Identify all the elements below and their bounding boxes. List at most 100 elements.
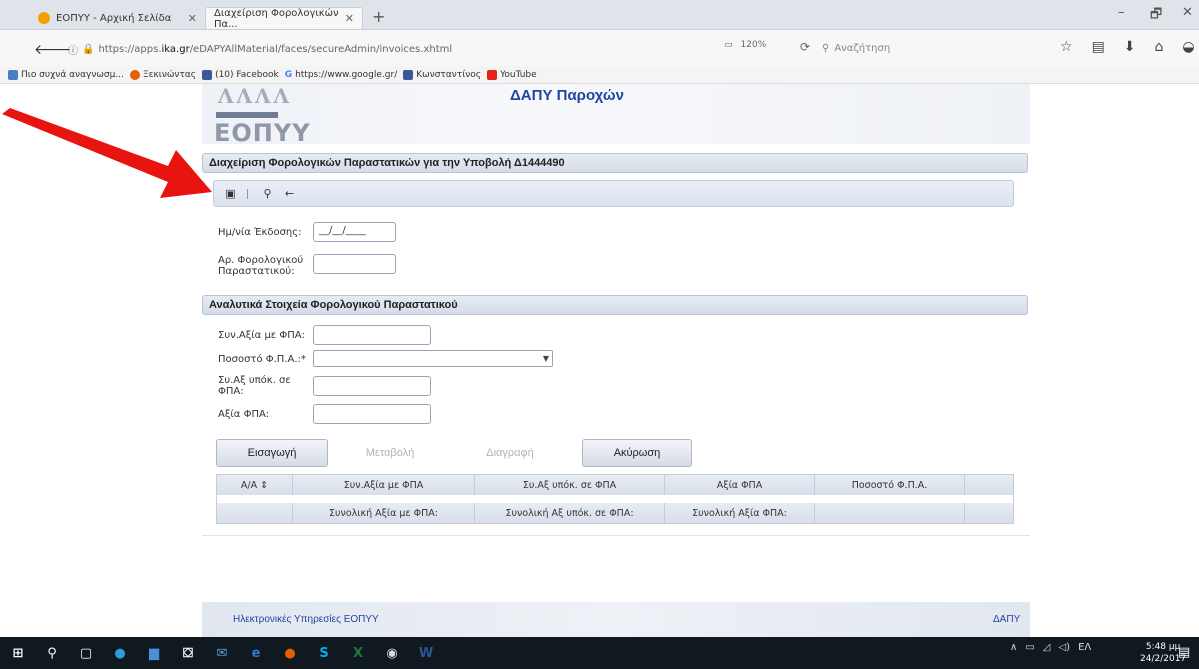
zoom-level[interactable]: ▭ 120%	[724, 40, 766, 50]
minimize-button[interactable]: –	[1118, 5, 1125, 20]
url-path: /eDAPYAllMaterial/faces/secureAdmin/invo…	[189, 43, 453, 55]
bookmark-getting-started[interactable]: Ξεκινώντας	[129, 69, 196, 80]
column-header-vat-percent: Ποσοστό Φ.Π.Α.	[815, 475, 965, 495]
lock-icon: 🔒	[82, 43, 95, 55]
column-header-total: Συν.Αξία με ΦΠΑ	[293, 475, 475, 495]
url-prefix: https://apps.	[98, 43, 162, 55]
doc-number-field[interactable]	[313, 254, 396, 274]
url-host: ika.gr	[161, 43, 190, 55]
reload-icon[interactable]: ⟳	[800, 40, 810, 54]
tab-eopyy-home[interactable]: ΕΟΠΥΥ - Αρχική Σελίδα ✕	[30, 7, 205, 29]
search-input[interactable]: ⚲ Αναζήτηση	[822, 37, 1062, 59]
footer-dapy-link[interactable]: ΔΑΠΥ	[993, 614, 1020, 625]
reading-list-icon[interactable]: ▤	[1092, 39, 1105, 55]
media-icon[interactable]: ◉	[382, 643, 402, 663]
language-indicator[interactable]: ΕΛ	[1078, 642, 1091, 653]
back-arrow-icon[interactable]: ←	[282, 185, 297, 202]
footer-vat-value: Συνολική Αξία ΦΠΑ:	[665, 503, 815, 523]
eopyy-favicon	[38, 12, 50, 24]
search-icon[interactable]: ⚲	[42, 643, 62, 663]
bookmark-label: https://www.google.gr/	[295, 69, 398, 80]
bookmark-label: Κωνσταντίνος	[416, 69, 482, 80]
url-bar[interactable]: ⓘ 🔒 https://apps. ika.gr/eDAPYAllMaterial…	[68, 40, 748, 58]
column-header-extra	[965, 475, 1013, 495]
network-icon[interactable]: ▭	[1025, 642, 1034, 653]
search-placeholder: Αναζήτηση	[834, 42, 891, 54]
youtube-icon	[487, 69, 498, 80]
home-icon[interactable]: ⌂	[1155, 39, 1164, 55]
bookmark-google[interactable]: Ghttps://www.google.gr/	[285, 70, 398, 80]
pocket-icon[interactable]: ◒	[1182, 39, 1194, 55]
edge-icon[interactable]: e	[246, 643, 266, 663]
table-footer-row: Συνολική Αξία με ΦΠΑ: Συνολική Αξ υπόκ. …	[217, 503, 1013, 523]
tab-label: ΕΟΠΥΥ - Αρχική Σελίδα	[56, 12, 172, 24]
taxable-value-field[interactable]	[313, 376, 431, 396]
search-icon[interactable]: ⚲	[260, 185, 275, 202]
insert-button[interactable]: Εισαγωγή	[216, 439, 328, 467]
footer-cell	[815, 503, 965, 523]
column-header-vat-value: Αξία ΦΠΑ	[665, 475, 815, 495]
vat-value-field[interactable]	[313, 404, 431, 424]
info-icon[interactable]: ⓘ	[68, 42, 78, 57]
browser-toolbar-icons: ☆ ▤ ⬇ ⌂ ◒ ≡	[1060, 39, 1199, 55]
google-icon: G	[284, 69, 293, 80]
bookmark-facebook[interactable]: (10) Facebook	[202, 69, 279, 80]
task-view-icon[interactable]: ▢	[76, 643, 96, 663]
notification-icon[interactable]: ▤	[1178, 645, 1190, 660]
word-icon[interactable]: W	[416, 643, 436, 663]
excel-icon[interactable]: X	[348, 643, 368, 663]
close-tab-icon[interactable]: ✕	[188, 12, 197, 25]
eopyy-logo-mark: ΛΛΛΛ	[218, 84, 293, 108]
bookmark-star-icon[interactable]: ☆	[1060, 39, 1073, 55]
taxable-value-label-2: ΦΠΑ:	[218, 386, 244, 397]
tab-label: Διαχείριση Φορολογικών Πα...	[214, 7, 339, 30]
footer-total: Συνολική Αξία με ΦΠΑ:	[293, 503, 475, 523]
store-icon[interactable]: ⛋	[178, 643, 198, 663]
total-value-label: Συν.Αξία με ΦΠΑ:	[218, 330, 305, 341]
maximize-button[interactable]: 🗗	[1150, 5, 1162, 27]
skype-icon[interactable]: S	[314, 643, 334, 663]
bookmark-label: (10) Facebook	[215, 69, 279, 80]
bookmark-icon	[8, 69, 18, 80]
cancel-button[interactable]: Ακύρωση	[582, 439, 692, 467]
new-tab-button[interactable]: +	[372, 7, 385, 26]
system-tray: ∧ ▭ ◿ ◁) ΕΛ	[1010, 642, 1091, 653]
bookmark-most-visited[interactable]: Πιο συχνά αναγνωσμ...	[8, 69, 124, 80]
file-explorer-icon[interactable]: ▆	[144, 643, 164, 663]
wifi-icon[interactable]: ◿	[1043, 642, 1051, 653]
bookmark-label: Πιο συχνά αναγνωσμ...	[21, 69, 124, 80]
footer-cell	[965, 503, 1013, 523]
doc-number-label-1: Αρ. Φορολογικού	[218, 255, 304, 266]
footer-cell	[217, 503, 293, 523]
chevron-down-icon: ▼	[542, 354, 549, 363]
windows-start-icon[interactable]: ⊞	[8, 643, 28, 663]
vat-percent-select[interactable]: ▼	[313, 350, 553, 367]
download-icon[interactable]: ⬇	[1124, 39, 1136, 55]
tab-invoices[interactable]: Διαχείριση Φορολογικών Πα... ✕	[205, 7, 363, 30]
app-icon[interactable]: ●	[110, 643, 130, 663]
firefox-icon[interactable]: ●	[280, 643, 300, 663]
delete-button[interactable]: Διαγραφή	[460, 439, 560, 467]
search-icon: ⚲	[822, 42, 830, 54]
column-header-aa[interactable]: Α/Α ⇕	[217, 475, 293, 495]
page-action-icon: ▭	[724, 40, 733, 50]
bookmark-youtube[interactable]: YouTube	[487, 69, 537, 80]
zoom-value: 120%	[740, 40, 767, 50]
bookmark-label: YouTube	[500, 69, 537, 80]
chevron-up-icon[interactable]: ∧	[1010, 642, 1017, 653]
bookmark-konstantinos[interactable]: Κωνσταντίνος	[403, 69, 482, 80]
back-arrow-icon[interactable]: 🡐	[34, 41, 72, 58]
outlook-icon[interactable]: ✉	[212, 643, 232, 663]
facebook-icon	[403, 69, 414, 80]
invoice-items-table: Α/Α ⇕ Συν.Αξία με ΦΠΑ Συ.Αξ υπόκ. σε ΦΠΑ…	[216, 474, 1014, 524]
close-tab-icon[interactable]: ✕	[345, 12, 354, 25]
red-annotation-arrow	[2, 108, 212, 198]
footer-services-link[interactable]: Ηλεκτρονικές Υπηρεσίες ΕΟΠΥΥ	[233, 614, 379, 625]
close-window-button[interactable]: ✕	[1182, 5, 1193, 20]
issue-date-field[interactable]: __/__/____	[313, 222, 396, 242]
total-value-field[interactable]	[313, 325, 431, 345]
volume-icon[interactable]: ◁)	[1058, 642, 1070, 653]
section-header-invoice-details: Αναλυτικά Στοιχεία Φορολογικού Παραστατι…	[202, 295, 1028, 315]
separator-icon	[247, 189, 248, 199]
modify-button[interactable]: Μεταβολή	[340, 439, 440, 467]
